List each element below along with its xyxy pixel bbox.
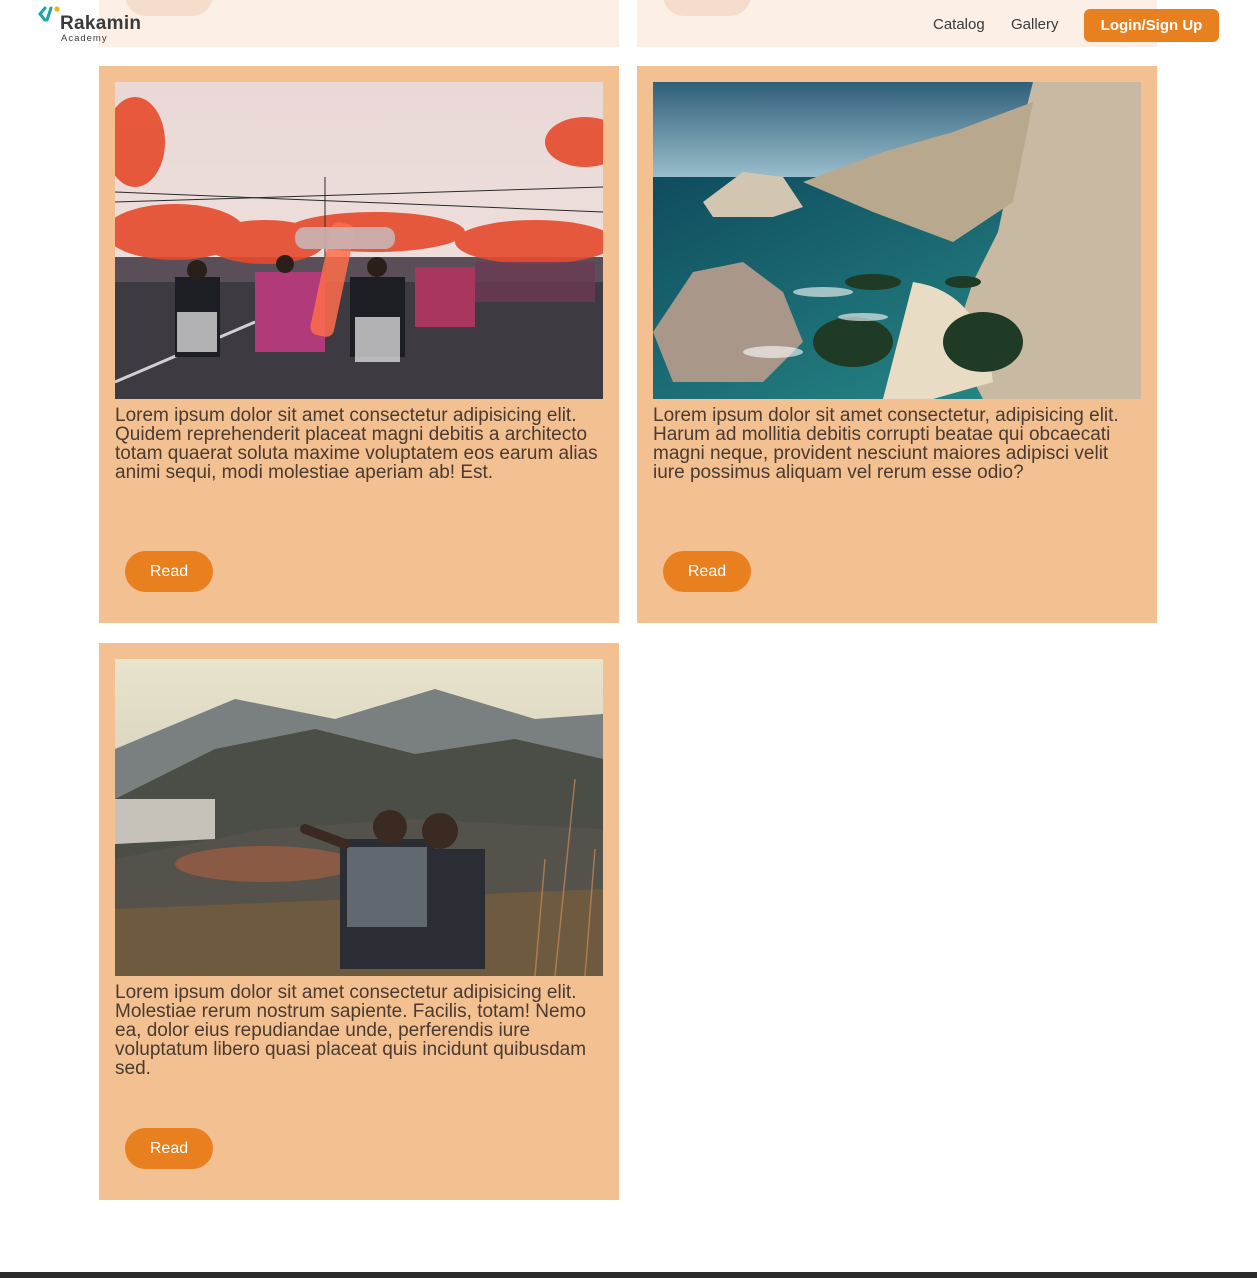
article-card: Lorem ipsum dolor sit amet consectetur a… [99,66,619,623]
brand-tagline: Academy [61,33,108,44]
card-description: Lorem ipsum dolor sit amet consectetur, … [653,405,1119,483]
login-signup-button[interactable]: Login/Sign Up [1084,9,1219,42]
header: Rakamin Academy Catalog Gallery Login/Si… [0,0,1257,50]
page: Rakamin Academy Catalog Gallery Login/Si… [0,0,1257,1278]
footer [0,1272,1257,1278]
read-button[interactable]: Read [125,551,213,592]
card-description: Lorem ipsum dolor sit amet consectetur a… [115,982,587,1079]
article-card: Lorem ipsum dolor sit amet consectetur a… [99,643,619,1200]
logo-mark-icon [38,6,60,22]
coastal-cliff-image [653,82,1141,399]
read-button[interactable]: Read [663,551,751,592]
nav-gallery-link[interactable]: Gallery [1011,16,1059,33]
nav-catalog-link[interactable]: Catalog [933,16,985,33]
street-parade-image [115,82,603,399]
mountain-valley-image [115,659,603,976]
read-button[interactable]: Read [125,1128,213,1169]
logo[interactable]: Rakamin Academy [38,6,158,46]
article-card: Lorem ipsum dolor sit amet consectetur, … [637,66,1157,623]
brand-name: Rakamin [60,13,142,34]
card-description: Lorem ipsum dolor sit amet consectetur a… [115,405,598,483]
